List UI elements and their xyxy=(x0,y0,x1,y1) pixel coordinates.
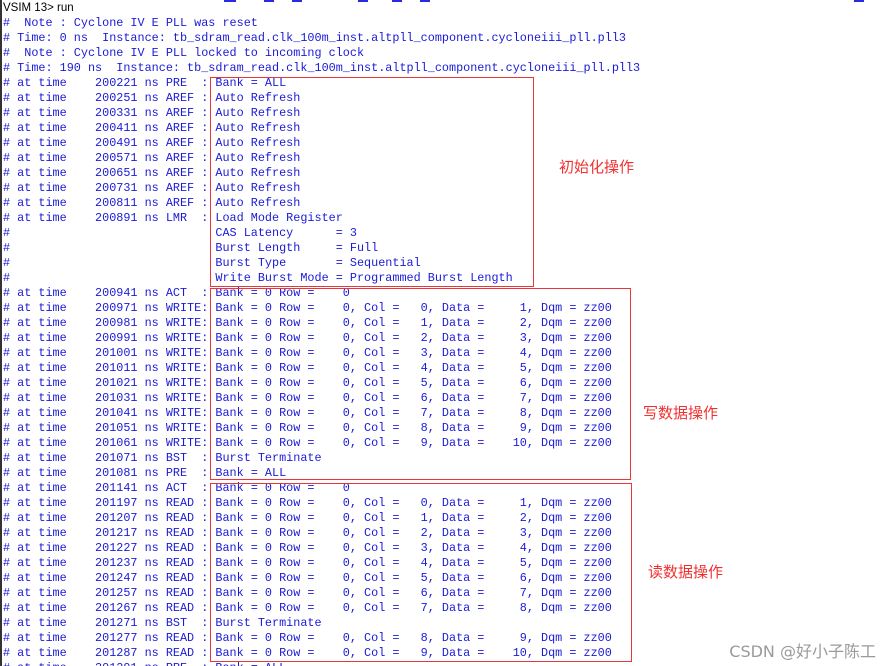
scrolled-text-fragment xyxy=(264,0,274,2)
init-annotation: 初始化操作 xyxy=(559,158,635,176)
scrolled-text-fragment xyxy=(292,0,302,2)
scrolled-text-fragment xyxy=(224,0,236,2)
watermark: CSDN @好小子陈工 xyxy=(729,642,876,661)
scrolled-text-fragment xyxy=(392,0,402,2)
read-highlight-box xyxy=(210,483,632,662)
log-line: # Note : Cyclone IV E PLL locked to inco… xyxy=(3,46,365,60)
log-line: # Note : Cyclone IV E PLL was reset xyxy=(3,16,258,30)
init-highlight-box xyxy=(210,77,534,287)
log-line: # Time: 190 ns Instance: tb_sdram_read.c… xyxy=(3,61,641,75)
read-annotation: 读数据操作 xyxy=(648,563,724,581)
scrolled-text-fragment xyxy=(420,0,430,2)
scrolled-text-fragment xyxy=(358,0,368,2)
write-annotation: 写数据操作 xyxy=(643,404,719,422)
transcript-console[interactable]: VSIM 13> run # Note : Cyclone IV E PLL w… xyxy=(0,0,890,666)
scrolled-text-fragment xyxy=(854,0,864,2)
command-prompt: VSIM 13> run xyxy=(3,2,74,14)
log-line: # Time: 0 ns Instance: tb_sdram_read.clk… xyxy=(3,31,626,45)
write-highlight-box xyxy=(210,288,631,480)
